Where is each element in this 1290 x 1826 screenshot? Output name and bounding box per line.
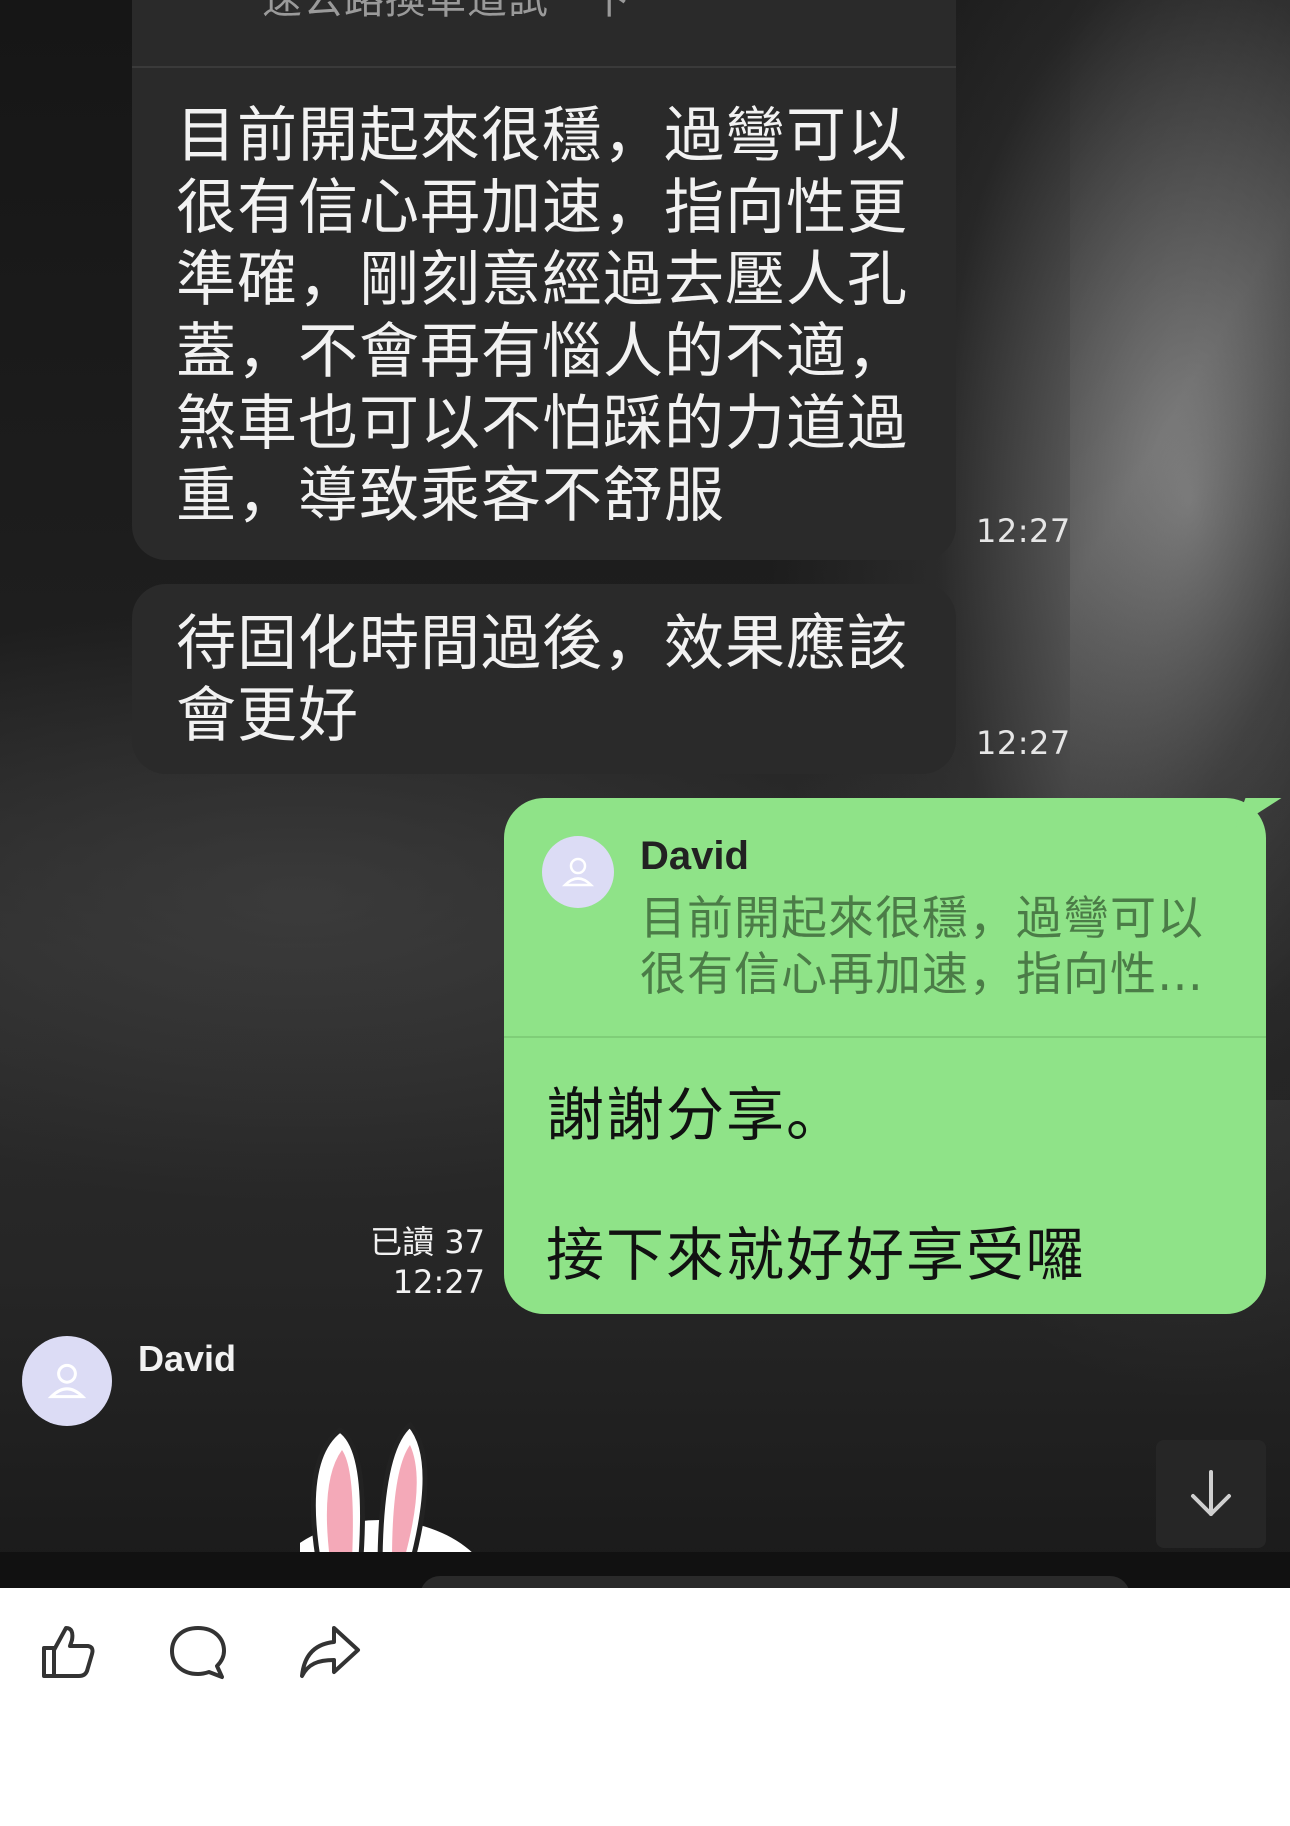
outgoing-text-line: 謝謝分享。 bbox=[546, 1081, 847, 1149]
bubble-divider bbox=[132, 66, 956, 68]
message-time: 12:27 bbox=[392, 1263, 485, 1301]
reply-quote-line: 很有信心再加速，指向性… bbox=[640, 947, 1204, 1001]
reply-quote[interactable]: 目前開起來很穩，過彎可以 很有信心再加速，指向性… bbox=[640, 890, 1240, 1002]
person-icon bbox=[47, 1363, 87, 1399]
scroll-to-bottom-button[interactable] bbox=[1156, 1440, 1266, 1548]
sender-name: David bbox=[138, 1338, 237, 1379]
reply-sender-name: David bbox=[640, 834, 749, 878]
message-time: 12:27 bbox=[976, 724, 1071, 762]
reply-avatar bbox=[542, 836, 614, 908]
outgoing-text-line: 接下來就好好享受囉 bbox=[546, 1221, 1087, 1289]
share-button[interactable] bbox=[288, 1610, 372, 1694]
message-line: 很有信心再加速，指向性更 bbox=[176, 173, 908, 243]
previous-message-fragment: 速公路換車道試一下 bbox=[132, 0, 812, 26]
sender-avatar[interactable] bbox=[22, 1336, 112, 1426]
message-line: 待固化時間過後，效果應該 bbox=[176, 609, 908, 679]
message-line: 準確，剛刻意經過去壓人孔 bbox=[176, 245, 908, 315]
incoming-message-bubble: 待固化時間過後，效果應該 會更好 bbox=[132, 584, 956, 774]
chat-screenshot: 速公路換車道試一下 目前開起來很穩，過彎可以 很有信心再加速，指向性更 準確，剛… bbox=[0, 0, 1290, 1588]
message-line: 蓋，不會再有惱人的不適， bbox=[176, 317, 908, 387]
arrow-down-icon bbox=[1191, 1470, 1231, 1516]
thumbs-up-icon bbox=[42, 1626, 95, 1678]
person-icon bbox=[561, 857, 595, 887]
outgoing-message-bubble[interactable]: David 目前開起來很穩，過彎可以 很有信心再加速，指向性… 謝謝分享。 接下… bbox=[504, 798, 1282, 1314]
read-receipt: 已讀 37 12:27 bbox=[370, 1222, 485, 1302]
speech-bubble-icon bbox=[170, 1626, 226, 1679]
share-arrow-icon bbox=[300, 1626, 360, 1678]
incoming-message-bubble: 速公路換車道試一下 目前開起來很穩，過彎可以 很有信心再加速，指向性更 準確，剛… bbox=[132, 0, 956, 560]
previous-message-text: 速公路換車道試一下 bbox=[262, 0, 631, 23]
message-line: 煞車也可以不怕踩的力道過 bbox=[176, 389, 908, 459]
message-line: 重，導致乘客不舒服 bbox=[176, 461, 725, 531]
post-action-bar bbox=[0, 1588, 1290, 1826]
message-time: 12:27 bbox=[976, 512, 1071, 550]
message-line: 會更好 bbox=[176, 681, 359, 751]
reply-divider bbox=[504, 1036, 1266, 1038]
reply-quote-line: 目前開起來很穩，過彎可以 bbox=[640, 891, 1204, 945]
comment-button[interactable] bbox=[156, 1610, 240, 1694]
read-count-label: 已讀 37 bbox=[370, 1223, 485, 1261]
message-line: 目前開起來很穩，過彎可以 bbox=[176, 101, 908, 171]
chat-input-field[interactable] bbox=[420, 1576, 1130, 1588]
like-button[interactable] bbox=[26, 1610, 110, 1694]
